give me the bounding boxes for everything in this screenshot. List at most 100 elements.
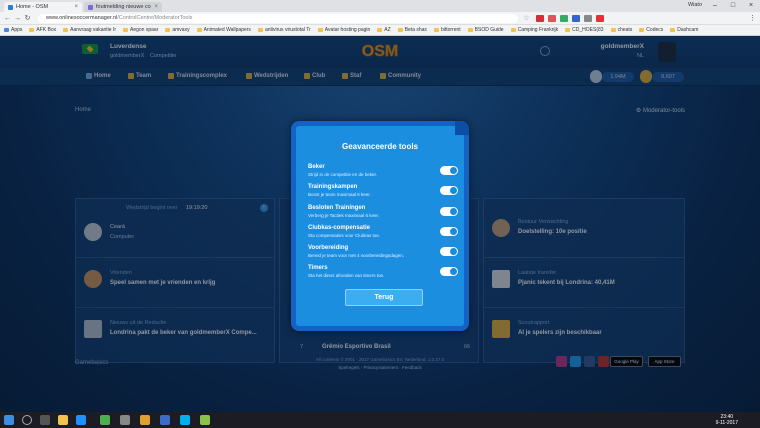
bookmark-item[interactable]: bittorrent — [433, 27, 461, 33]
bookmark-folder-icon — [397, 28, 403, 32]
setting-besloten-trainingen: Besloten Trainingen Verberg je Tactiek m… — [308, 205, 458, 223]
search-icon[interactable] — [22, 415, 32, 425]
bookmark-item[interactable]: BSOD Guide — [467, 27, 504, 33]
bookmark-item[interactable]: Beta shas — [397, 27, 427, 33]
forward-arrow-icon[interactable]: → — [13, 14, 22, 23]
bookmark-item[interactable]: Aanvraag vakantie Ir — [63, 27, 116, 33]
extension-icon[interactable] — [536, 15, 544, 22]
timers-toggle[interactable] — [440, 267, 458, 276]
file-explorer-icon[interactable] — [58, 415, 68, 425]
bookmark-item[interactable]: CD_HOES(83 — [565, 27, 604, 33]
apps-grid-icon — [4, 28, 9, 32]
trainingskampen-toggle[interactable] — [440, 186, 458, 195]
bookmark-label: Codecs — [646, 27, 664, 33]
url-host: www.onlinesoccermanager.nl — [46, 15, 118, 21]
app-icon[interactable] — [140, 415, 150, 425]
toggle-knob — [450, 248, 457, 255]
bookmark-label: cheats — [617, 27, 633, 33]
bookmark-label: bittorrent — [440, 27, 461, 33]
bookmark-folder-icon — [123, 28, 128, 32]
close-tab-icon[interactable]: × — [74, 4, 78, 10]
setting-voorbereiding: Voorbereiding Bereid je team voor met 4 … — [308, 245, 458, 263]
bookmark-label: Aanvraag vakantie Ir — [70, 27, 116, 33]
setting-trainingskampen: Trainingskampen Boost je team maximaal 6… — [308, 184, 458, 202]
voorbereiding-toggle[interactable] — [440, 247, 458, 256]
bookmark-item[interactable]: Apps — [4, 27, 22, 33]
modal-corner-decoration — [455, 121, 469, 135]
setting-title: Clubkas-compensatie — [308, 225, 371, 231]
toggle-knob — [450, 228, 457, 235]
url-path: /ControlCentre/ModeratorTools — [117, 15, 193, 21]
toggle-knob — [450, 268, 457, 275]
clubkas-compensatie-toggle[interactable] — [440, 227, 458, 236]
extension-icon[interactable] — [572, 15, 580, 22]
window-user-label: Wiato — [687, 2, 702, 8]
close-tab-icon[interactable]: × — [154, 4, 158, 10]
bookmark-folder-icon — [467, 28, 473, 32]
bookmark-label: BSOD Guide — [474, 27, 504, 33]
bookmark-item[interactable]: antivirus virustotal Tr — [257, 27, 311, 33]
bookmark-item[interactable]: Camping Frankrijk — [510, 27, 558, 33]
bookmark-item[interactable]: AZ — [377, 27, 391, 33]
bookmark-folder-icon — [317, 28, 323, 32]
bookmark-folder-icon — [29, 28, 35, 32]
clock[interactable]: 23:40 9-11-2017 — [716, 414, 738, 426]
bookmark-label: Animated Wallpapers — [203, 27, 251, 33]
extension-icon[interactable] — [584, 15, 592, 22]
chrome-icon[interactable] — [100, 415, 110, 425]
bookmark-folder-icon — [63, 28, 69, 32]
extension-icon[interactable] — [548, 15, 556, 22]
reload-icon[interactable]: ↻ — [23, 14, 32, 23]
setting-desc: Verberg je Tactiek maximaal 6 keer. — [308, 213, 379, 218]
setting-desc: Bereid je team voor met 4 voorbereidings… — [308, 253, 405, 258]
setting-timers: Timers Sta het direct afronden van timer… — [308, 265, 458, 283]
setting-beker: Beker Strijd in de competitie en de beke… — [308, 164, 458, 182]
bookmark-item[interactable]: Animated Wallpapers — [196, 27, 251, 33]
bookmark-folder-icon — [670, 28, 676, 32]
advanced-tools-modal: Geavanceerde tools Beker Strijd in de co… — [291, 121, 469, 331]
windows-start-icon[interactable] — [4, 415, 14, 425]
minimize-icon[interactable]: – — [706, 0, 724, 12]
app-icon[interactable] — [120, 415, 130, 425]
bookmark-label: CD_HOES(83 — [572, 27, 604, 33]
bookmark-label: AFK Box — [36, 27, 57, 33]
app-icon[interactable] — [160, 415, 170, 425]
url-input[interactable]: www.onlinesoccermanager.nl/ControlCentre… — [38, 14, 518, 23]
skype-icon[interactable] — [180, 415, 190, 425]
extension-icon[interactable] — [560, 15, 568, 22]
bookmark-label: antivirus virustotal Tr — [264, 27, 311, 33]
menu-kebab-icon[interactable]: ⋮ — [748, 14, 757, 23]
setting-title: Trainingskampen — [308, 184, 358, 190]
setting-desc: Sta compensaties voor Clubkas toe. — [308, 233, 381, 238]
edge-icon[interactable] — [76, 415, 86, 425]
bookmark-item[interactable]: Dashcam — [670, 27, 698, 33]
toggle-knob — [450, 187, 457, 194]
window-controls: – □ × — [706, 0, 760, 12]
bookmark-item[interactable]: amvaxy — [165, 27, 190, 33]
task-view-icon[interactable] — [40, 415, 50, 425]
bookmark-folder-icon — [196, 28, 202, 32]
besloten-trainingen-toggle[interactable] — [440, 207, 458, 216]
extension-icon[interactable] — [596, 15, 604, 22]
back-arrow-icon[interactable]: ← — [3, 14, 12, 23]
bookmark-item[interactable]: Codecs — [639, 27, 663, 33]
setting-title: Voorbereiding — [308, 245, 349, 251]
bookmark-folder-icon — [565, 28, 571, 32]
maximize-icon[interactable]: □ — [724, 0, 742, 12]
bookmark-item[interactable]: AFK Box — [29, 27, 56, 33]
close-window-icon[interactable]: × — [742, 0, 760, 12]
star-bookmark-icon[interactable]: ☆ — [522, 14, 531, 23]
bookmark-item[interactable]: Avatar hosting pagin — [317, 27, 370, 33]
tab-home-osm[interactable]: Home - OSM × — [4, 2, 82, 12]
bookmark-item[interactable]: cheats — [610, 27, 633, 33]
toggle-knob — [450, 167, 457, 174]
beker-toggle[interactable] — [440, 166, 458, 175]
setting-title: Beker — [308, 164, 325, 170]
bookmark-folder-icon — [510, 28, 516, 32]
back-button[interactable]: Terug — [345, 289, 423, 306]
tab-foutmelding[interactable]: foutmelding nieuwe co × — [84, 2, 162, 12]
windows-taskbar: 23:40 9-11-2017 — [0, 412, 760, 428]
bookmark-label: AZ — [384, 27, 391, 33]
app-icon[interactable] — [200, 415, 210, 425]
bookmark-item[interactable]: Aegon spaar — [123, 27, 158, 33]
